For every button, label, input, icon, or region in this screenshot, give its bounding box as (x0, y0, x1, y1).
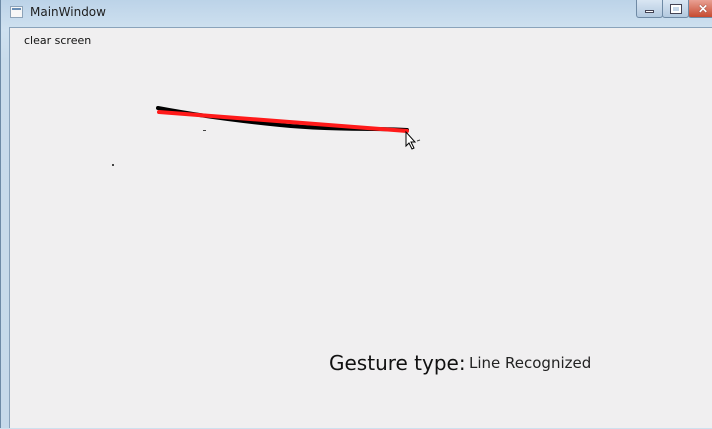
main-window: MainWindow ✕ clear screen Gesture type: … (0, 0, 712, 428)
stray-mark (112, 164, 114, 166)
clear-screen-button[interactable]: clear screen (24, 34, 91, 47)
recognized-line (157, 110, 409, 133)
window-title: MainWindow (30, 5, 106, 19)
maximize-icon (669, 3, 682, 14)
client-area: clear screen Gesture type: Line Recogniz… (9, 27, 712, 428)
minimize-button[interactable] (636, 0, 663, 18)
app-window-icon[interactable] (10, 6, 23, 18)
close-icon: ✕ (697, 1, 709, 16)
mouse-cursor-icon (405, 130, 421, 150)
maximize-button[interactable] (662, 0, 689, 18)
gesture-type-value: Line Recognized (469, 354, 592, 372)
stray-mark (203, 130, 206, 131)
title-bar[interactable]: MainWindow ✕ (1, 0, 712, 25)
minimize-icon (645, 10, 654, 13)
gesture-type-label: Gesture type: (329, 351, 466, 375)
close-button[interactable]: ✕ (688, 0, 712, 18)
